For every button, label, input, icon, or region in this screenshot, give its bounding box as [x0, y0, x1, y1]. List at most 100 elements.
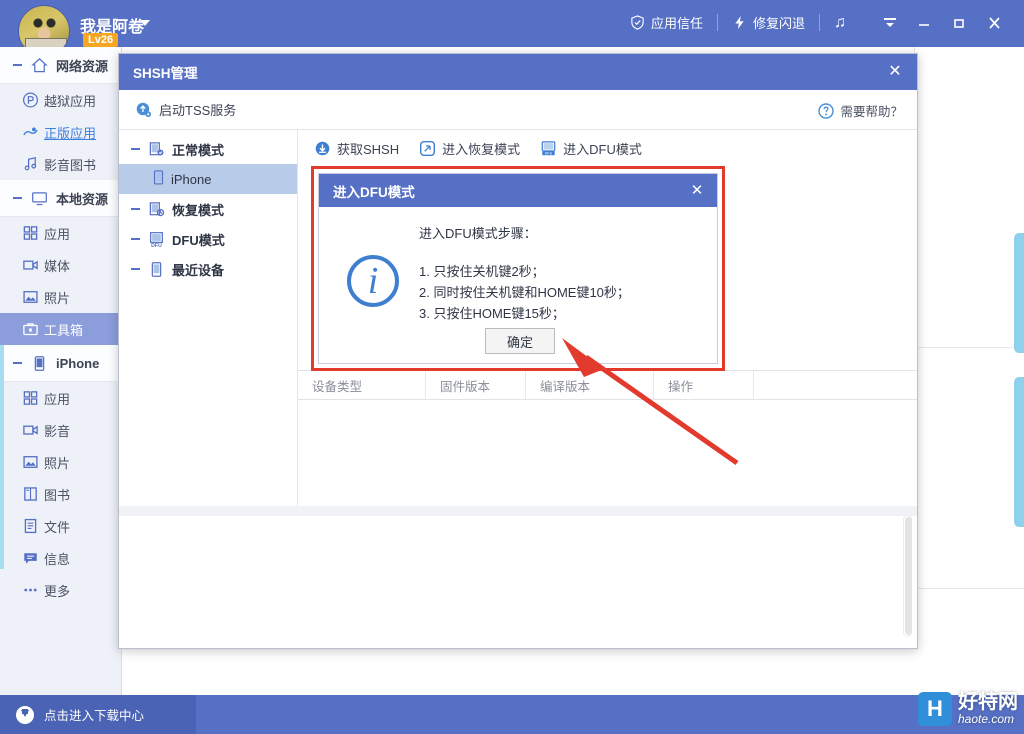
- sidebar-item-iphone-photos[interactable]: 照片: [0, 446, 121, 478]
- enter-dfu-mode-button[interactable]: DFU 进入DFU模式: [540, 139, 642, 158]
- grid-apps-icon: [22, 390, 39, 407]
- enter-recovery-mode-button[interactable]: 进入恢复模式: [419, 139, 520, 158]
- app-root: 我是阿卷 Lv26 应用信任 修复闪退 ♫ 网络资源 越狱应用 正版应用 影音图…: [0, 0, 1024, 734]
- app-trust-label: 应用信任: [651, 16, 704, 31]
- svg-text:DFU: DFU: [545, 151, 553, 155]
- dfu-dialog-highlight: 进入DFU模式 ✕ i 进入DFU模式步骤： 1. 只按住关机键2秒； 2. 同…: [311, 166, 725, 371]
- shsh-window-title: SHSH管理: [133, 66, 198, 81]
- collapse-icon[interactable]: [878, 12, 902, 34]
- scrollbar-thumb[interactable]: [905, 517, 912, 635]
- collapse-toggle-icon[interactable]: [131, 238, 140, 240]
- collapse-toggle-icon[interactable]: [131, 208, 140, 210]
- dfu-steps-list: 1. 只按住关机键2秒； 2. 同时按住关机键和HOME键10秒； 3. 只按住…: [419, 261, 630, 324]
- collapse-toggle-icon[interactable]: [131, 148, 140, 150]
- photo-icon: [22, 454, 39, 471]
- shsh-titlebar: SHSH管理 ✕: [119, 54, 917, 90]
- sidebar-item-iphone-more[interactable]: 更多: [0, 574, 121, 606]
- tree-child-label: iPhone: [171, 171, 212, 187]
- close-icon[interactable]: [982, 12, 1006, 34]
- download-center-button[interactable]: 点击进入下载中心: [0, 695, 196, 734]
- shield-check-icon: [630, 15, 645, 30]
- sidebar-group-label: 本地资源: [56, 191, 109, 207]
- shsh-lower-panel: [119, 506, 917, 648]
- sidebar-item-iphone-media[interactable]: 影音: [0, 414, 121, 446]
- fix-crash-label: 修复闪退: [753, 16, 806, 31]
- sidebar-item-iphone-messages[interactable]: 信息: [0, 542, 121, 574]
- sidebar-item-toolbox[interactable]: 工具箱: [0, 313, 121, 345]
- jailbreak-icon: [22, 92, 39, 109]
- sidebar-group-label: iPhone: [56, 355, 100, 371]
- info-icon: i: [347, 255, 399, 307]
- collapse-toggle-icon[interactable]: [13, 362, 22, 364]
- tree-node-label: DFU模式: [172, 232, 225, 248]
- watermark: H 好特网 haote.com: [918, 692, 1018, 726]
- tree-node-normal-mode[interactable]: 正常模式: [119, 134, 297, 164]
- minimize-icon[interactable]: [912, 12, 936, 34]
- grid-header-cell: 设备类型: [298, 371, 426, 399]
- divider: [917, 347, 1024, 348]
- device-mode-tree: 正常模式 iPhone 恢复模式 DFU DFU模式 最近设备: [119, 130, 298, 508]
- app-trust-button[interactable]: 应用信任: [630, 13, 703, 32]
- tree-child-iphone[interactable]: iPhone: [119, 164, 297, 194]
- close-icon[interactable]: ✕: [688, 181, 706, 199]
- shsh-action-bar: 获取SHSH 进入恢复模式 DFU 进入DFU模式: [298, 130, 917, 166]
- tree-node-recent-devices[interactable]: 最近设备: [119, 254, 297, 284]
- sidebar-item-iphone-books[interactable]: 图书: [0, 478, 121, 510]
- vertical-scrollbar[interactable]: [903, 515, 912, 637]
- grid-header-cell: 操作: [654, 371, 754, 399]
- confirm-button[interactable]: 确定: [485, 328, 555, 354]
- sidebar-item-media-books[interactable]: 影音图书: [0, 148, 121, 180]
- sidebar-group-local[interactable]: 本地资源: [0, 180, 121, 217]
- close-icon[interactable]: ✕: [885, 62, 905, 82]
- tree-node-recovery-mode[interactable]: 恢复模式: [119, 194, 297, 224]
- collapse-toggle-icon[interactable]: [13, 64, 22, 66]
- divider: [819, 14, 821, 31]
- sidebar-group-network[interactable]: 网络资源: [0, 47, 121, 84]
- download-center-label: 点击进入下载中心: [44, 709, 145, 723]
- video-icon: [22, 257, 39, 274]
- collapse-toggle-icon[interactable]: [13, 197, 22, 199]
- video-icon: [22, 422, 39, 439]
- need-help-button[interactable]: 需要帮助？: [818, 101, 903, 120]
- fix-crash-button[interactable]: 修复闪退: [732, 13, 805, 32]
- sidebar-item-local-media[interactable]: 媒体: [0, 249, 121, 281]
- sidebar-item-label: 信息: [44, 551, 71, 567]
- sidebar-item-jailbreak-apps[interactable]: 越狱应用: [0, 84, 121, 116]
- svg-text:DFU: DFU: [151, 243, 162, 248]
- sidebar-item-label: 越狱应用: [44, 93, 97, 109]
- sidebar-item-label: 影音: [44, 423, 71, 439]
- help-icon: [818, 102, 835, 119]
- dfu-step: 3. 只按住HOME键15秒；: [419, 306, 565, 321]
- get-shsh-button[interactable]: 获取SHSH: [314, 139, 399, 158]
- watermark-en: haote.com: [958, 711, 1015, 726]
- statusbar: 点击进入下载中心: [0, 695, 1024, 734]
- grid-header-cell: 编译版本: [526, 371, 654, 399]
- maximize-icon[interactable]: [947, 12, 971, 34]
- start-tss-service-button[interactable]: 启动TSS服务: [135, 100, 236, 119]
- tree-node-label: 恢复模式: [172, 202, 225, 218]
- divider: [717, 14, 719, 31]
- sidebar-item-label: 应用: [44, 391, 71, 407]
- music-icon[interactable]: ♫: [834, 14, 846, 32]
- sidebar-item-genuine-apps[interactable]: 正版应用: [0, 116, 121, 148]
- level-badge: Lv26: [83, 33, 119, 47]
- watermark-text: 好特网 haote.com: [958, 692, 1018, 726]
- sidebar: 网络资源 越狱应用 正版应用 影音图书 本地资源 应用 媒体 照片 工具箱 iP…: [0, 47, 122, 695]
- sidebar-item-label: 照片: [44, 455, 71, 471]
- sidebar-item-label: 媒体: [44, 258, 71, 274]
- sidebar-group-iphone[interactable]: iPhone: [0, 345, 121, 382]
- sidebar-item-local-photos[interactable]: 照片: [0, 281, 121, 313]
- sidebar-group-label: 网络资源: [56, 58, 109, 74]
- user-dropdown-caret-icon[interactable]: [140, 20, 150, 26]
- collapse-toggle-icon[interactable]: [131, 268, 140, 270]
- recovery-arrow-icon: [419, 140, 436, 157]
- sidebar-item-iphone-files[interactable]: 文件: [0, 510, 121, 542]
- sidebar-item-label: 更多: [44, 583, 71, 599]
- sidebar-item-local-apps[interactable]: 应用: [0, 217, 121, 249]
- tree-node-dfu-mode[interactable]: DFU DFU模式: [119, 224, 297, 254]
- message-icon: [22, 550, 39, 567]
- background-right-column: [914, 47, 1024, 567]
- sidebar-item-iphone-apps[interactable]: 应用: [0, 382, 121, 414]
- start-tss-service-label: 启动TSS服务: [159, 103, 237, 118]
- dfu-step: 1. 只按住关机键2秒；: [419, 264, 545, 279]
